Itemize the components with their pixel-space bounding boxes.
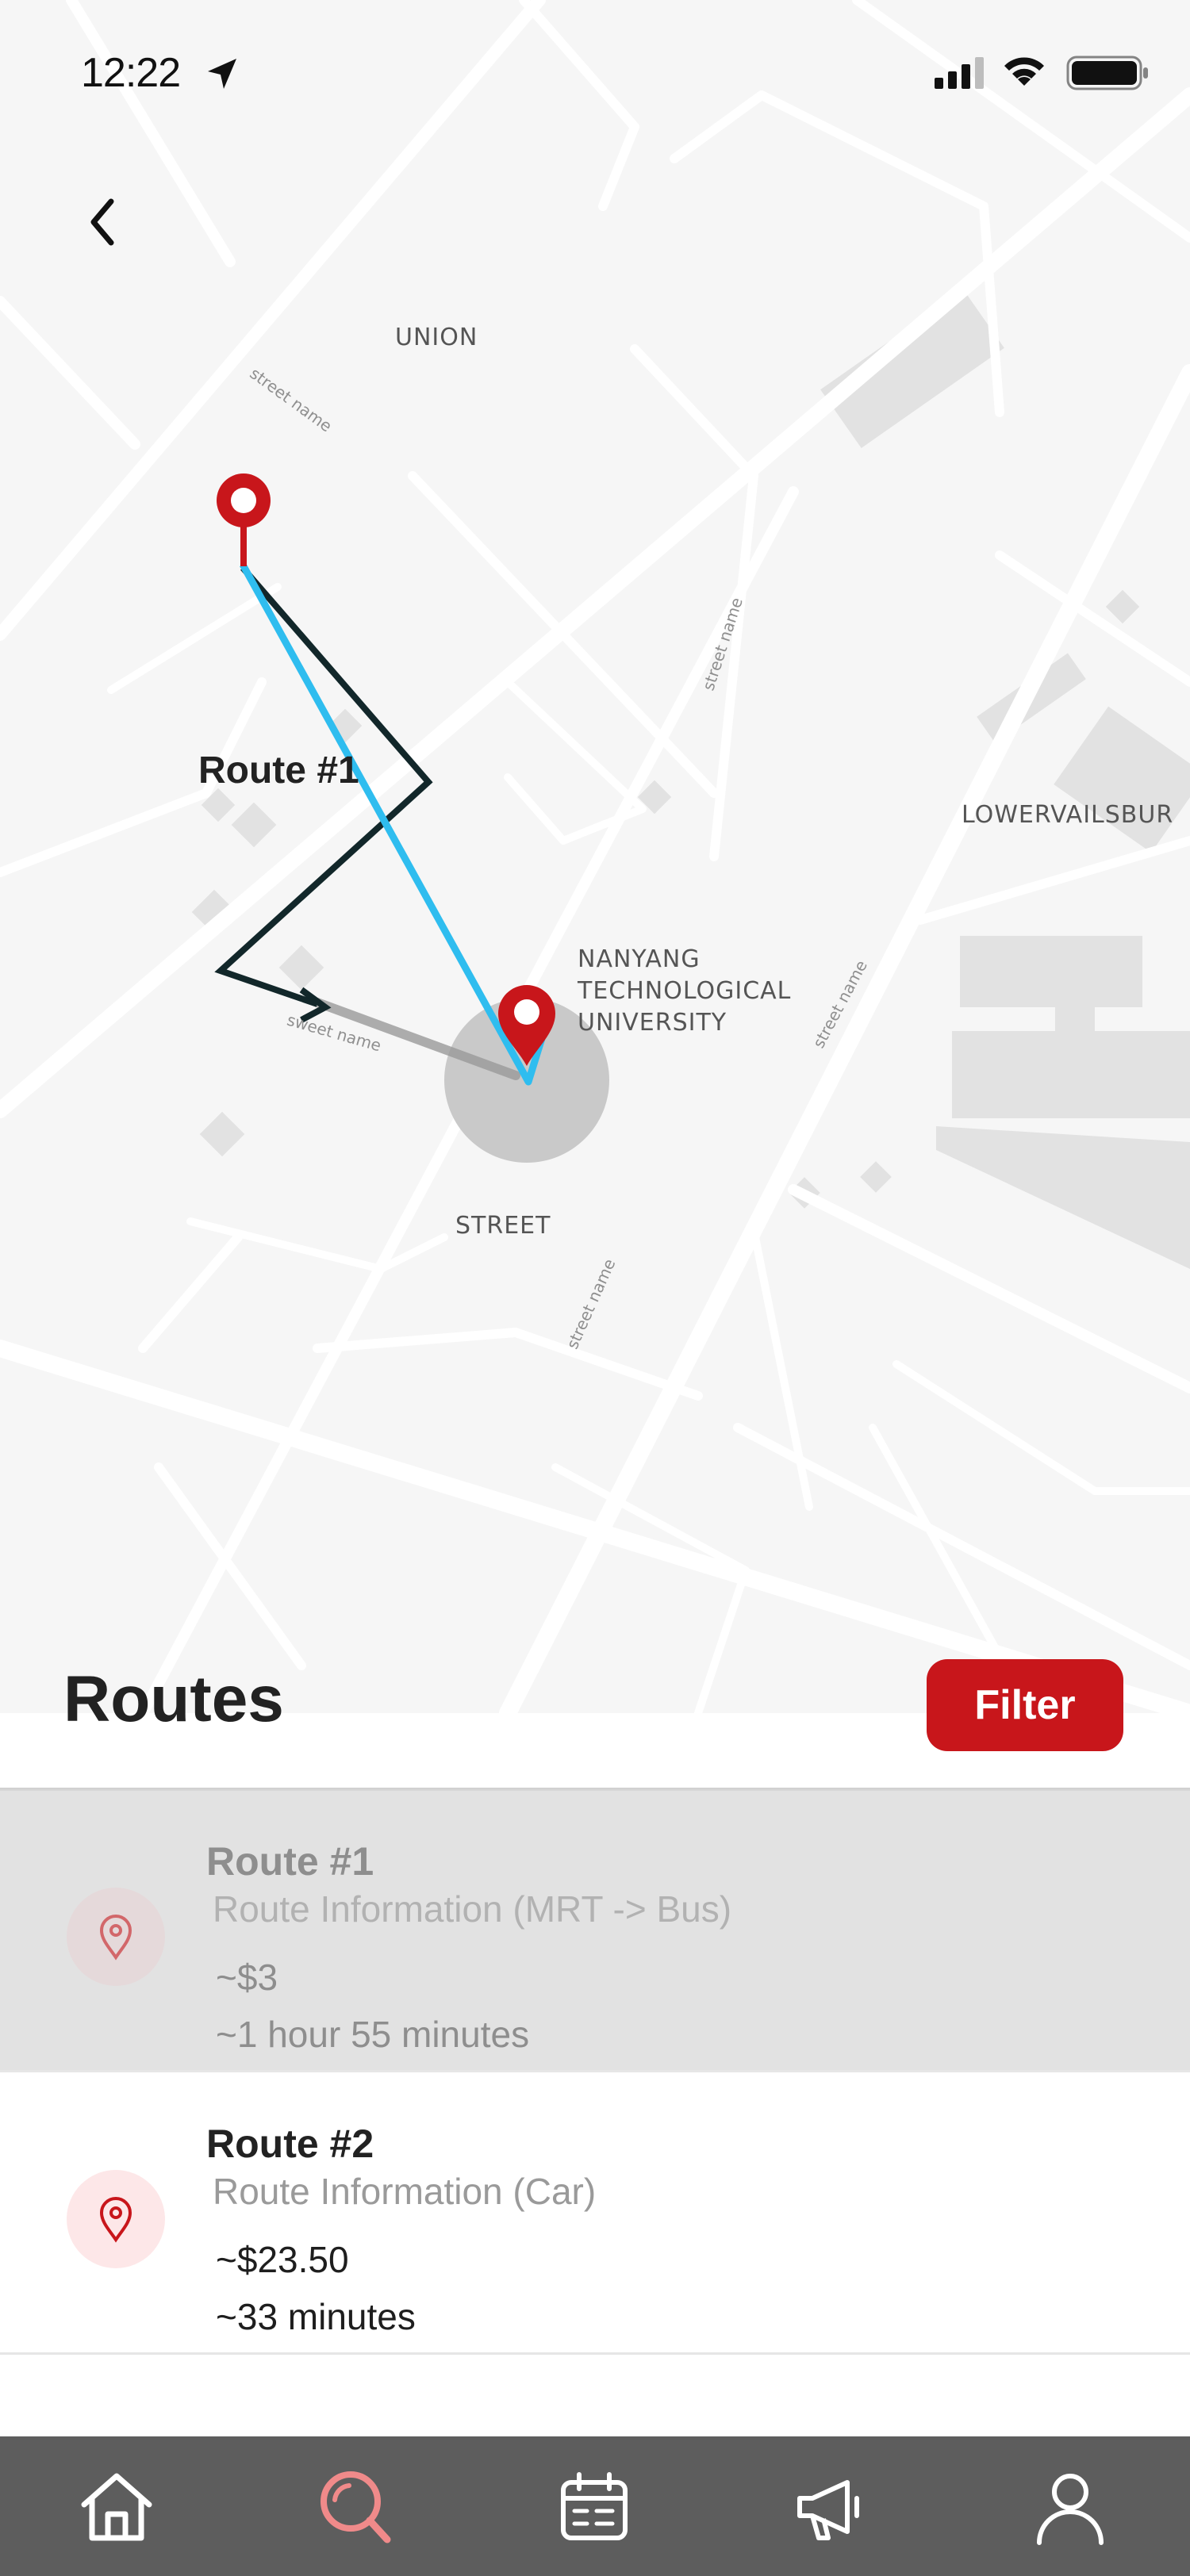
route-title: Route #2: [206, 2122, 374, 2166]
tab-home[interactable]: [73, 2463, 160, 2551]
tab-bar: [0, 2436, 1190, 2576]
route-cost: ~$23.50: [216, 2239, 349, 2280]
route-duration: ~1 hour 55 minutes: [216, 2014, 530, 2055]
location-pin-icon: [99, 2197, 132, 2243]
origin-pin-icon[interactable]: [211, 468, 276, 571]
status-time: 12:22: [81, 50, 181, 96]
filter-button[interactable]: Filter: [927, 1659, 1123, 1751]
back-button[interactable]: [73, 182, 136, 262]
destination-pin-icon[interactable]: [493, 980, 560, 1075]
location-pin-icon: [99, 1915, 132, 1961]
route-pin-badge: [67, 2170, 165, 2268]
route-duration: ~33 minutes: [216, 2296, 416, 2337]
route-title: Route #1: [206, 1839, 374, 1884]
route-info: Route Information (Car): [213, 2171, 597, 2212]
tab-profile[interactable]: [1027, 2463, 1114, 2551]
route-pin-badge: [67, 1888, 165, 1986]
map-label-street: STREET: [455, 1212, 551, 1240]
map-label-union: UNION: [395, 324, 478, 351]
routes-title: Routes: [63, 1663, 284, 1735]
status-bar: 12:22: [0, 0, 1190, 143]
home-icon: [81, 2473, 152, 2541]
tab-search[interactable]: [311, 2463, 398, 2551]
map-label-nanyang: NANYANG TECHNOLOGICAL UNIVERSITY: [578, 945, 792, 1037]
map-label-lowervailsburg: LOWERVAILSBUR: [962, 801, 1174, 829]
tab-announcements[interactable]: [789, 2463, 876, 2551]
location-arrow-icon: [208, 59, 236, 89]
map-streets: [0, 0, 1190, 1713]
route-cost: ~$3: [216, 1957, 278, 1998]
search-icon: [321, 2471, 391, 2543]
route-item-2[interactable]: Route #2 Route Information (Car) ~$23.50…: [0, 2073, 1190, 2355]
tab-calendar[interactable]: [551, 2463, 638, 2551]
wifi-icon: [1004, 57, 1044, 86]
calendar-icon: [561, 2472, 628, 2540]
route-info: Route Information (MRT -> Bus): [213, 1888, 732, 1930]
route-map-label: Route #1: [198, 749, 359, 792]
profile-icon: [1037, 2474, 1104, 2545]
route-item-1[interactable]: Route #1 Route Information (MRT -> Bus) …: [0, 1791, 1190, 2072]
battery-icon: [1066, 56, 1148, 90]
map-view[interactable]: UNION LOWERVAILSBUR NANYANG TECHNOLOGICA…: [0, 0, 1190, 1713]
signal-icon: [935, 57, 984, 89]
megaphone-icon: [797, 2480, 859, 2540]
chevron-left-icon: [90, 198, 114, 246]
